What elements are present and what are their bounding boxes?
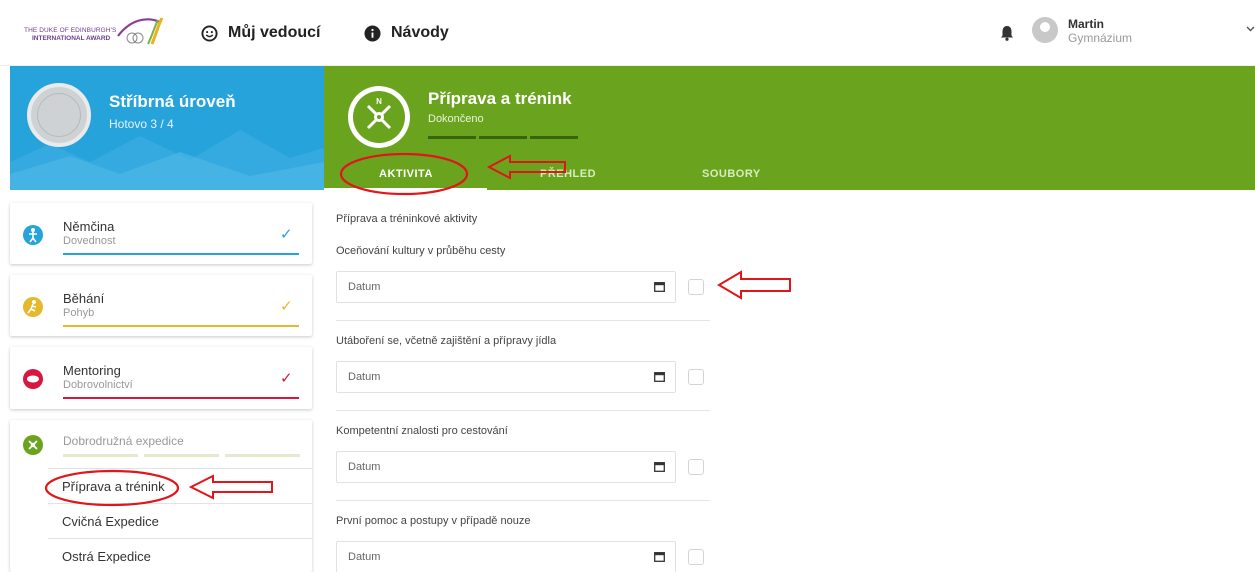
- separator: [336, 410, 710, 411]
- nav-my-mentor-label: Můj vedoucí: [228, 24, 321, 41]
- card-title: Mentoring: [63, 363, 121, 378]
- tab-files[interactable]: SOUBORY: [702, 168, 761, 180]
- card-behani[interactable]: Běhání Pohyb ✓: [10, 275, 312, 336]
- card-mentoring[interactable]: Mentoring Dobrovolnictví ✓: [10, 347, 312, 409]
- annotation-arrow-checkbox: [717, 270, 791, 300]
- date-input[interactable]: Datum: [336, 361, 676, 393]
- section-badge: N: [348, 86, 410, 148]
- medal-icon: [27, 83, 91, 147]
- card-subtitle: Dobrovolnictví: [63, 379, 133, 391]
- card-progress-bar: [63, 253, 299, 255]
- card-progress-bar: [63, 397, 299, 399]
- check-icon: ✓: [280, 298, 293, 315]
- card-title: Němčina: [63, 219, 115, 234]
- info-icon: [364, 24, 381, 42]
- sub-item-cvicna-expedice[interactable]: Cvičná Expedice: [48, 503, 312, 538]
- field-label: První pomoc a postupy v případě nouze: [336, 515, 531, 527]
- compass-icon: N: [366, 97, 392, 130]
- compass-icon: [23, 435, 43, 455]
- skill-icon: [23, 225, 43, 245]
- logo-line-1: THE DUKE OF EDINBURGH'S: [24, 27, 117, 34]
- expedition-progress-segments: [63, 454, 300, 457]
- level-panel: Stříbrná úroveň Hotovo 3 / 4: [10, 66, 324, 190]
- svg-text:N: N: [376, 97, 382, 106]
- nav-guides[interactable]: Návody: [364, 22, 449, 44]
- card-nemcina[interactable]: Němčina Dovednost ✓: [10, 203, 312, 264]
- completion-checkbox[interactable]: [688, 369, 704, 385]
- calendar-icon[interactable]: [654, 281, 665, 292]
- nav-guides-label: Návody: [391, 24, 449, 41]
- separator: [336, 320, 710, 321]
- nav-my-mentor[interactable]: Můj vedoucí: [201, 22, 320, 44]
- field-label: Oceňování kultury v průběhu cesty: [336, 245, 506, 257]
- card-subtitle: Pohyb: [63, 307, 95, 319]
- sub-item-ostra-expedice[interactable]: Ostrá Expedice: [48, 538, 312, 572]
- date-placeholder: Datum: [348, 371, 381, 383]
- section-progress-segments: [428, 136, 578, 139]
- field-label: Utáboření se, včetně zajištění a příprav…: [336, 335, 557, 347]
- card-progress-bar: [63, 325, 299, 327]
- section-status: Dokončeno: [428, 113, 484, 125]
- card-subtitle: Dovednost: [63, 235, 116, 247]
- completion-checkbox[interactable]: [688, 549, 704, 565]
- logo-line-2: INTERNATIONAL AWARD: [32, 35, 111, 42]
- user-name[interactable]: Martin: [1068, 17, 1104, 31]
- section-title: Příprava a trénink: [428, 89, 572, 108]
- date-input[interactable]: Datum: [336, 541, 676, 572]
- separator: [336, 500, 710, 501]
- card-title: Dobrodružná expedice: [63, 434, 184, 448]
- section-panel: N Příprava a trénink Dokončeno AKTIVITA …: [324, 66, 1255, 190]
- smiley-icon: [201, 24, 218, 42]
- award-logo[interactable]: THE DUKE OF EDINBURGH'S INTERNATIONAL AW…: [24, 14, 164, 50]
- calendar-icon[interactable]: [654, 371, 665, 382]
- chevron-down-icon[interactable]: [1246, 26, 1255, 32]
- check-icon: ✓: [280, 226, 293, 243]
- date-placeholder: Datum: [348, 461, 381, 473]
- level-progress: Hotovo 3 / 4: [109, 117, 174, 131]
- check-icon: ✓: [280, 370, 293, 387]
- running-icon: [23, 297, 43, 317]
- tab-overview[interactable]: PŘEHLED: [540, 168, 596, 180]
- sub-item-priprava[interactable]: Příprava a trénink: [48, 468, 312, 503]
- card-dobrodruzna-expedice[interactable]: Dobrodružná expedice Příprava a trénink …: [10, 420, 312, 572]
- top-bar: THE DUKE OF EDINBURGH'S INTERNATIONAL AW…: [0, 0, 1255, 66]
- completion-checkbox[interactable]: [688, 459, 704, 475]
- bell-icon[interactable]: [1000, 25, 1014, 41]
- calendar-icon[interactable]: [654, 461, 665, 472]
- calendar-icon[interactable]: [654, 551, 665, 562]
- date-placeholder: Datum: [348, 551, 381, 563]
- form-heading: Příprava a tréninkové aktivity: [336, 213, 478, 225]
- tab-activity[interactable]: AKTIVITA: [379, 168, 433, 180]
- date-input[interactable]: Datum: [336, 451, 676, 483]
- date-placeholder: Datum: [348, 281, 381, 293]
- date-input[interactable]: Datum: [336, 271, 676, 303]
- avatar-icon[interactable]: [1032, 17, 1058, 43]
- card-title: Běhání: [63, 291, 105, 306]
- logo-swoosh-icon: [117, 17, 164, 45]
- field-label: Kompetentní znalosti pro cestování: [336, 425, 508, 437]
- completion-checkbox[interactable]: [688, 279, 704, 295]
- handshake-icon: [23, 369, 43, 389]
- active-tab-underline: [324, 188, 487, 190]
- level-title: Stříbrná úroveň: [109, 92, 236, 111]
- user-school: Gymnázium: [1068, 31, 1133, 45]
